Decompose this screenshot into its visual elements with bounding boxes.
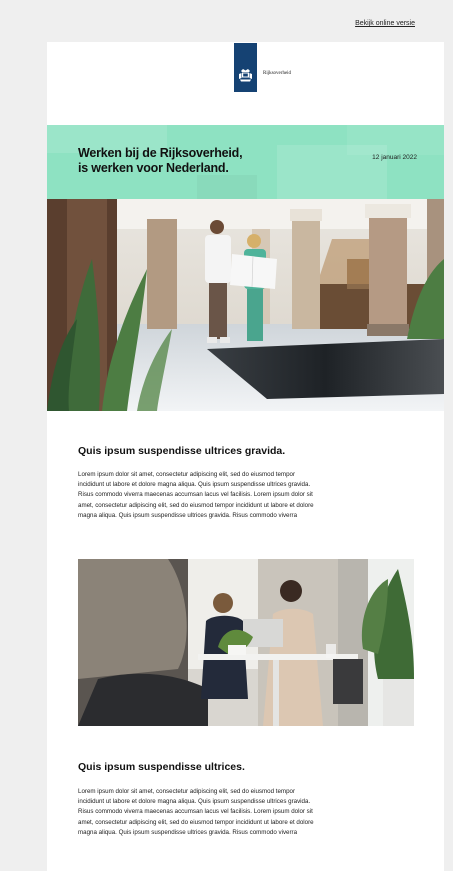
hero-banner: Werken bij de Rijksoverheid, is werken v… [47, 125, 444, 199]
banner-date: 12 januari 2022 [372, 154, 417, 161]
section-2-body: Lorem ipsum dolor sit amet, consectetur … [78, 787, 414, 838]
body-line: magna aliqua. Quis ipsum suspendisse ult… [78, 511, 298, 519]
section-1-title: Quis ipsum suspendisse ultrices gravida. [78, 445, 286, 457]
body-line: amet, consectetur adipiscing elit, sed d… [78, 818, 314, 826]
body-line: Risus commodo viverra maecenas accumsan … [78, 808, 313, 816]
section-1-body: Lorem ipsum dolor sit amet, consectetur … [78, 470, 414, 521]
body-line: magna aliqua. Quis ipsum suspendisse ult… [78, 828, 298, 836]
hero-photo [47, 199, 444, 411]
body-line: Lorem ipsum dolor sit amet, consectetur … [78, 471, 296, 478]
body-line: Risus commodo viverra maecenas accumsan … [78, 491, 313, 499]
view-online-link[interactable]: Bekijk online versie [355, 20, 415, 27]
logo-emblem [234, 43, 257, 92]
rijksoverheid-logo[interactable]: Rijksoverheid [234, 43, 291, 92]
logo-wordmark: Rijksoverheid [263, 71, 292, 76]
email-container: Rijksoverheid Werken bij de Rijksoverhei… [47, 42, 444, 871]
banner-title: Werken bij de Rijksoverheid, is werken v… [78, 146, 243, 175]
body-line: amet, consectetur adipiscing elit, sed d… [78, 501, 314, 509]
crest-icon [239, 69, 252, 82]
body-line: Lorem ipsum dolor sit amet, consectetur … [78, 788, 296, 795]
office-photo [78, 559, 414, 726]
body-line: incididunt ut labore et dolore magna ali… [78, 481, 311, 489]
section-2-title: Quis ipsum suspendisse ultrices. [78, 761, 245, 773]
body-line: incididunt ut labore et dolore magna ali… [78, 798, 311, 806]
